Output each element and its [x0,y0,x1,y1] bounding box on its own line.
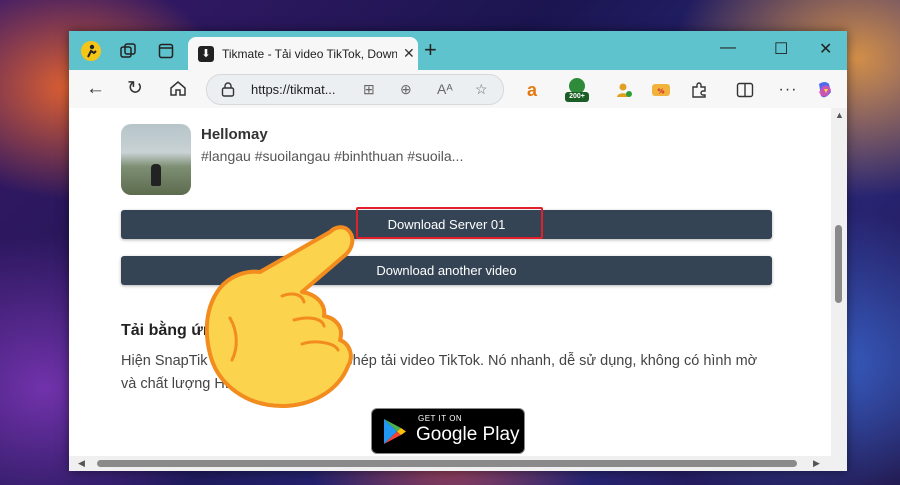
tab-title: Tikmate - Tải video TikTok, Downl [222,46,397,61]
new-tab-icon[interactable]: + [424,39,437,61]
get-it-on-label: GET IT ON [418,414,463,423]
tab-close-icon[interactable]: ✕ [403,45,415,62]
user-extension-icon[interactable] [614,80,634,100]
google-play-button[interactable]: GET IT ON Google Play [371,408,525,454]
horizontal-scroll-thumb[interactable] [97,460,797,467]
split-screen-icon[interactable] [735,80,755,100]
page-content: Hellomay #langau #suoilangau #binhthuan … [69,108,831,456]
vertical-scrollbar[interactable]: ▲ [831,108,847,456]
toolbar: ← ↻ https://tikmat... ⊞ ⊕ Aᴬ ☆ a 200+ % [69,70,847,109]
refresh-icon[interactable]: ↻ [127,79,143,99]
google-play-label: Google Play [416,424,520,445]
zoom-icon[interactable]: ⊕ [400,81,412,98]
extensions-puzzle-icon[interactable] [689,80,709,100]
horizontal-scrollbar[interactable]: ◀ ▶ [69,456,847,471]
browser-window: ⬇ Tikmate - Tải video TikTok, Downl ✕ + … [69,31,847,471]
copilot-icon[interactable] [815,80,835,100]
download-favicon-icon: ⬇ [198,45,214,62]
more-menu-icon[interactable]: ··· [778,80,798,100]
url-text: https://tikmat... [251,82,336,97]
google-play-icon [384,419,406,444]
scroll-up-icon[interactable]: ▲ [835,110,844,120]
pointing-hand-icon [204,225,355,408]
app-available-icon[interactable]: ⊞ [363,81,375,98]
video-title: Hellomay [201,126,268,143]
workspaces-icon[interactable] [116,39,140,63]
minimize-icon[interactable]: — [720,39,736,57]
video-thumbnail [121,124,191,195]
score-badge: 200+ [569,93,585,100]
tab-actions-icon[interactable] [154,39,178,63]
back-icon[interactable]: ← [86,79,105,99]
scroll-right-icon[interactable]: ▶ [813,458,820,469]
lock-icon[interactable] [221,81,235,97]
highlight-box [356,207,543,239]
svg-text:%: % [657,88,664,96]
read-aloud-icon[interactable]: Aᴬ [437,81,453,97]
home-icon[interactable] [169,79,187,102]
favorite-star-icon[interactable]: ☆ [475,81,488,98]
maximize-icon[interactable]: ☐ [774,39,788,59]
profile-avatar-icon[interactable] [79,39,103,63]
tab-tikmate[interactable]: ⬇ Tikmate - Tải video TikTok, Downl ✕ [188,37,418,70]
scroll-left-icon[interactable]: ◀ [78,458,85,469]
vertical-scroll-thumb[interactable] [835,225,842,303]
tab-bar: ⬇ Tikmate - Tải video TikTok, Downl ✕ + … [69,31,847,70]
amazon-extension-icon[interactable]: a [522,80,542,100]
video-tags: #langau #suoilangau #binhthuan #suoila..… [201,148,464,164]
address-bar[interactable]: https://tikmat... ⊞ ⊕ Aᴬ ☆ [206,74,504,105]
close-window-icon[interactable]: ✕ [819,39,832,59]
coupon-extension-icon[interactable]: % [651,80,671,100]
